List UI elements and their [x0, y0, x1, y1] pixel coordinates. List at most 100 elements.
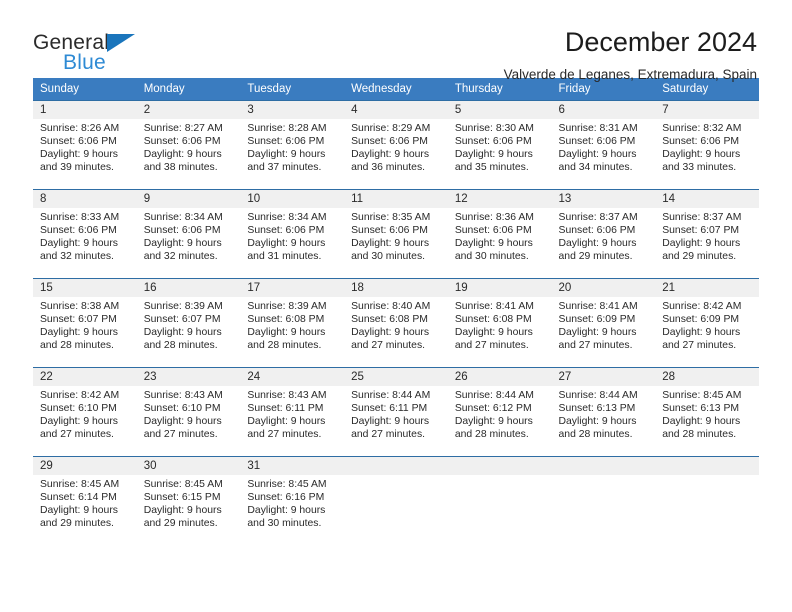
- day-cell[interactable]: 21 Sunrise: 8:42 AM Sunset: 6:09 PM Dayligh…: [655, 278, 759, 368]
- day-details: Sunrise: 8:39 AM Sunset: 6:08 PM Daylight:…: [240, 297, 344, 352]
- detail-sunset: Sunset: 6:13 PM: [662, 403, 740, 415]
- day-cell[interactable]: 8 Sunrise: 8:33 AM Sunset: 6:06 PM Daylight…: [33, 189, 137, 279]
- calendar-page: General Blue December 2024 Valverde de L…: [0, 0, 792, 612]
- day-details: Sunrise: 8:30 AM Sunset: 6:06 PM Daylight:…: [448, 119, 552, 174]
- day-cell[interactable]: 4 Sunrise: 8:29 AM Sunset: 6:06 PM Daylight…: [344, 100, 448, 190]
- calendar-week-row: 8 Sunrise: 8:33 AM Sunset: 6:06 PM Daylight…: [33, 189, 759, 279]
- detail-sunset: Sunset: 6:06 PM: [558, 225, 636, 237]
- calendar-week-row: 29 Sunrise: 8:45 AM Sunset: 6:14 PM Dayligh…: [33, 456, 759, 546]
- day-number: [447, 457, 552, 475]
- day-details: Sunrise: 8:36 AM Sunset: 6:06 PM Daylight:…: [448, 208, 552, 263]
- day-cell[interactable]: 10 Sunrise: 8:34 AM Sunset: 6:06 PM Dayligh…: [240, 189, 345, 279]
- day-cell[interactable]: 5 Sunrise: 8:30 AM Sunset: 6:06 PM Daylight…: [447, 100, 552, 190]
- day-cell[interactable]: 7 Sunrise: 8:32 AM Sunset: 6:06 PM Daylight…: [655, 100, 759, 190]
- day-cell[interactable]: 2 Sunrise: 8:27 AM Sunset: 6:06 PM Daylight…: [136, 100, 241, 190]
- day-cell[interactable]: 1 Sunrise: 8:26 AM Sunset: 6:06 PM Daylight…: [33, 100, 137, 190]
- day-number: 8: [33, 190, 137, 208]
- day-cell[interactable]: 23 Sunrise: 8:43 AM Sunset: 6:10 PM Dayligh…: [136, 367, 241, 457]
- day-cell[interactable]: 20 Sunrise: 8:41 AM Sunset: 6:09 PM Dayligh…: [551, 278, 656, 368]
- day-details: Sunrise: 8:44 AM Sunset: 6:11 PM Daylight:…: [344, 386, 448, 441]
- day-number: [344, 457, 448, 475]
- day-cell[interactable]: 29 Sunrise: 8:45 AM Sunset: 6:14 PM Dayligh…: [33, 456, 137, 546]
- day-cell[interactable]: 30 Sunrise: 8:45 AM Sunset: 6:15 PM Dayligh…: [136, 456, 241, 546]
- detail-daylight-line1: Daylight: 9 hours: [143, 238, 222, 250]
- day-cell[interactable]: 28 Sunrise: 8:45 AM Sunset: 6:13 PM Dayligh…: [655, 367, 759, 457]
- detail-daylight-line2: and 35 minutes.: [454, 162, 529, 174]
- day-number: 11: [344, 190, 448, 208]
- day-number: 2: [136, 101, 241, 119]
- day-cell[interactable]: 24 Sunrise: 8:43 AM Sunset: 6:11 PM Dayligh…: [240, 367, 345, 457]
- detail-daylight-line2: and 32 minutes.: [143, 251, 218, 263]
- day-details: Sunrise: 8:28 AM Sunset: 6:06 PM Daylight:…: [240, 119, 344, 174]
- detail-daylight-line2: and 27 minutes.: [40, 429, 114, 441]
- day-cell[interactable]: 25 Sunrise: 8:44 AM Sunset: 6:11 PM Dayligh…: [344, 367, 448, 457]
- detail-daylight-line1: Daylight: 9 hours: [558, 238, 637, 250]
- day-cell-empty: [655, 456, 759, 546]
- day-cell-empty: [447, 456, 552, 546]
- detail-daylight-line1: Daylight: 9 hours: [247, 327, 326, 339]
- detail-daylight-line1: Daylight: 9 hours: [351, 149, 430, 161]
- day-details: Sunrise: 8:43 AM Sunset: 6:10 PM Daylight:…: [137, 386, 241, 441]
- day-number: 17: [240, 279, 345, 297]
- day-number: 13: [551, 190, 656, 208]
- detail-daylight-line1: Daylight: 9 hours: [558, 416, 637, 428]
- day-cell[interactable]: 3 Sunrise: 8:28 AM Sunset: 6:06 PM Daylight…: [240, 100, 345, 190]
- day-cell[interactable]: 11 Sunrise: 8:35 AM Sunset: 6:06 PM Dayligh…: [344, 189, 448, 279]
- detail-daylight-line1: Daylight: 9 hours: [454, 149, 533, 161]
- day-cell[interactable]: 13 Sunrise: 8:37 AM Sunset: 6:06 PM Dayligh…: [551, 189, 656, 279]
- day-cell[interactable]: 17 Sunrise: 8:39 AM Sunset: 6:08 PM Dayligh…: [240, 278, 345, 368]
- day-cell[interactable]: 31 Sunrise: 8:45 AM Sunset: 6:16 PM Dayligh…: [240, 456, 345, 546]
- day-cell[interactable]: 19 Sunrise: 8:41 AM Sunset: 6:08 PM Dayligh…: [447, 278, 552, 368]
- day-number: 31: [240, 457, 345, 475]
- day-cell[interactable]: 9 Sunrise: 8:34 AM Sunset: 6:06 PM Daylight…: [136, 189, 241, 279]
- detail-sunset: Sunset: 6:10 PM: [143, 403, 221, 415]
- detail-sunset: Sunset: 6:06 PM: [454, 136, 532, 148]
- day-cell[interactable]: 26 Sunrise: 8:44 AM Sunset: 6:12 PM Dayligh…: [447, 367, 552, 457]
- logo-triangle-icon: [107, 34, 135, 52]
- day-number: 21: [655, 279, 759, 297]
- detail-sunrise: Sunrise: 8:41 AM: [454, 301, 534, 312]
- day-cell[interactable]: 16 Sunrise: 8:39 AM Sunset: 6:07 PM Dayligh…: [136, 278, 241, 368]
- day-cell[interactable]: 27 Sunrise: 8:44 AM Sunset: 6:13 PM Dayligh…: [551, 367, 656, 457]
- day-cell[interactable]: 18 Sunrise: 8:40 AM Sunset: 6:08 PM Dayligh…: [344, 278, 448, 368]
- day-number: 4: [344, 101, 448, 119]
- detail-sunrise: Sunrise: 8:27 AM: [143, 123, 223, 134]
- day-number: 23: [136, 368, 241, 386]
- day-cell-empty: [551, 456, 656, 546]
- day-details: Sunrise: 8:40 AM Sunset: 6:08 PM Daylight:…: [344, 297, 448, 352]
- day-cell[interactable]: 6 Sunrise: 8:31 AM Sunset: 6:06 PM Daylight…: [551, 100, 656, 190]
- detail-daylight-line1: Daylight: 9 hours: [454, 327, 533, 339]
- day-details: Sunrise: 8:27 AM Sunset: 6:06 PM Daylight:…: [137, 119, 241, 174]
- day-details: Sunrise: 8:45 AM Sunset: 6:16 PM Daylight:…: [240, 475, 344, 530]
- detail-daylight-line1: Daylight: 9 hours: [351, 327, 430, 339]
- detail-sunrise: Sunrise: 8:39 AM: [143, 301, 223, 312]
- day-cell[interactable]: 15 Sunrise: 8:38 AM Sunset: 6:07 PM Dayligh…: [33, 278, 137, 368]
- detail-sunset: Sunset: 6:08 PM: [454, 314, 532, 326]
- detail-sunset: Sunset: 6:15 PM: [143, 492, 221, 504]
- day-number: 16: [136, 279, 241, 297]
- detail-daylight-line1: Daylight: 9 hours: [143, 416, 222, 428]
- day-details: Sunrise: 8:33 AM Sunset: 6:06 PM Daylight:…: [33, 208, 137, 263]
- detail-sunrise: Sunrise: 8:45 AM: [143, 479, 223, 490]
- detail-sunset: Sunset: 6:06 PM: [454, 225, 532, 237]
- detail-sunset: Sunset: 6:06 PM: [351, 136, 428, 148]
- detail-sunset: Sunset: 6:07 PM: [143, 314, 221, 326]
- detail-daylight-line1: Daylight: 9 hours: [40, 327, 118, 339]
- day-number: 14: [655, 190, 759, 208]
- day-number: [655, 457, 759, 475]
- day-cell[interactable]: 22 Sunrise: 8:42 AM Sunset: 6:10 PM Dayligh…: [33, 367, 137, 457]
- weekday-header-tuesday: Tuesday: [240, 78, 345, 101]
- detail-sunset: Sunset: 6:11 PM: [351, 403, 428, 415]
- day-details: Sunrise: 8:42 AM Sunset: 6:10 PM Daylight:…: [33, 386, 137, 441]
- title-block: December 2024 Valverde de Leganes, Extre…: [504, 27, 759, 81]
- detail-sunrise: Sunrise: 8:39 AM: [247, 301, 327, 312]
- day-cell[interactable]: 12 Sunrise: 8:36 AM Sunset: 6:06 PM Dayligh…: [447, 189, 552, 279]
- detail-daylight-line1: Daylight: 9 hours: [662, 149, 741, 161]
- detail-daylight-line1: Daylight: 9 hours: [143, 149, 222, 161]
- detail-sunset: Sunset: 6:16 PM: [247, 492, 325, 504]
- day-cell[interactable]: 14 Sunrise: 8:37 AM Sunset: 6:07 PM Dayligh…: [655, 189, 759, 279]
- detail-daylight-line1: Daylight: 9 hours: [40, 416, 118, 428]
- day-number: 28: [655, 368, 759, 386]
- detail-daylight-line2: and 28 minutes.: [143, 340, 218, 352]
- generalblue-logo[interactable]: General Blue: [33, 28, 153, 76]
